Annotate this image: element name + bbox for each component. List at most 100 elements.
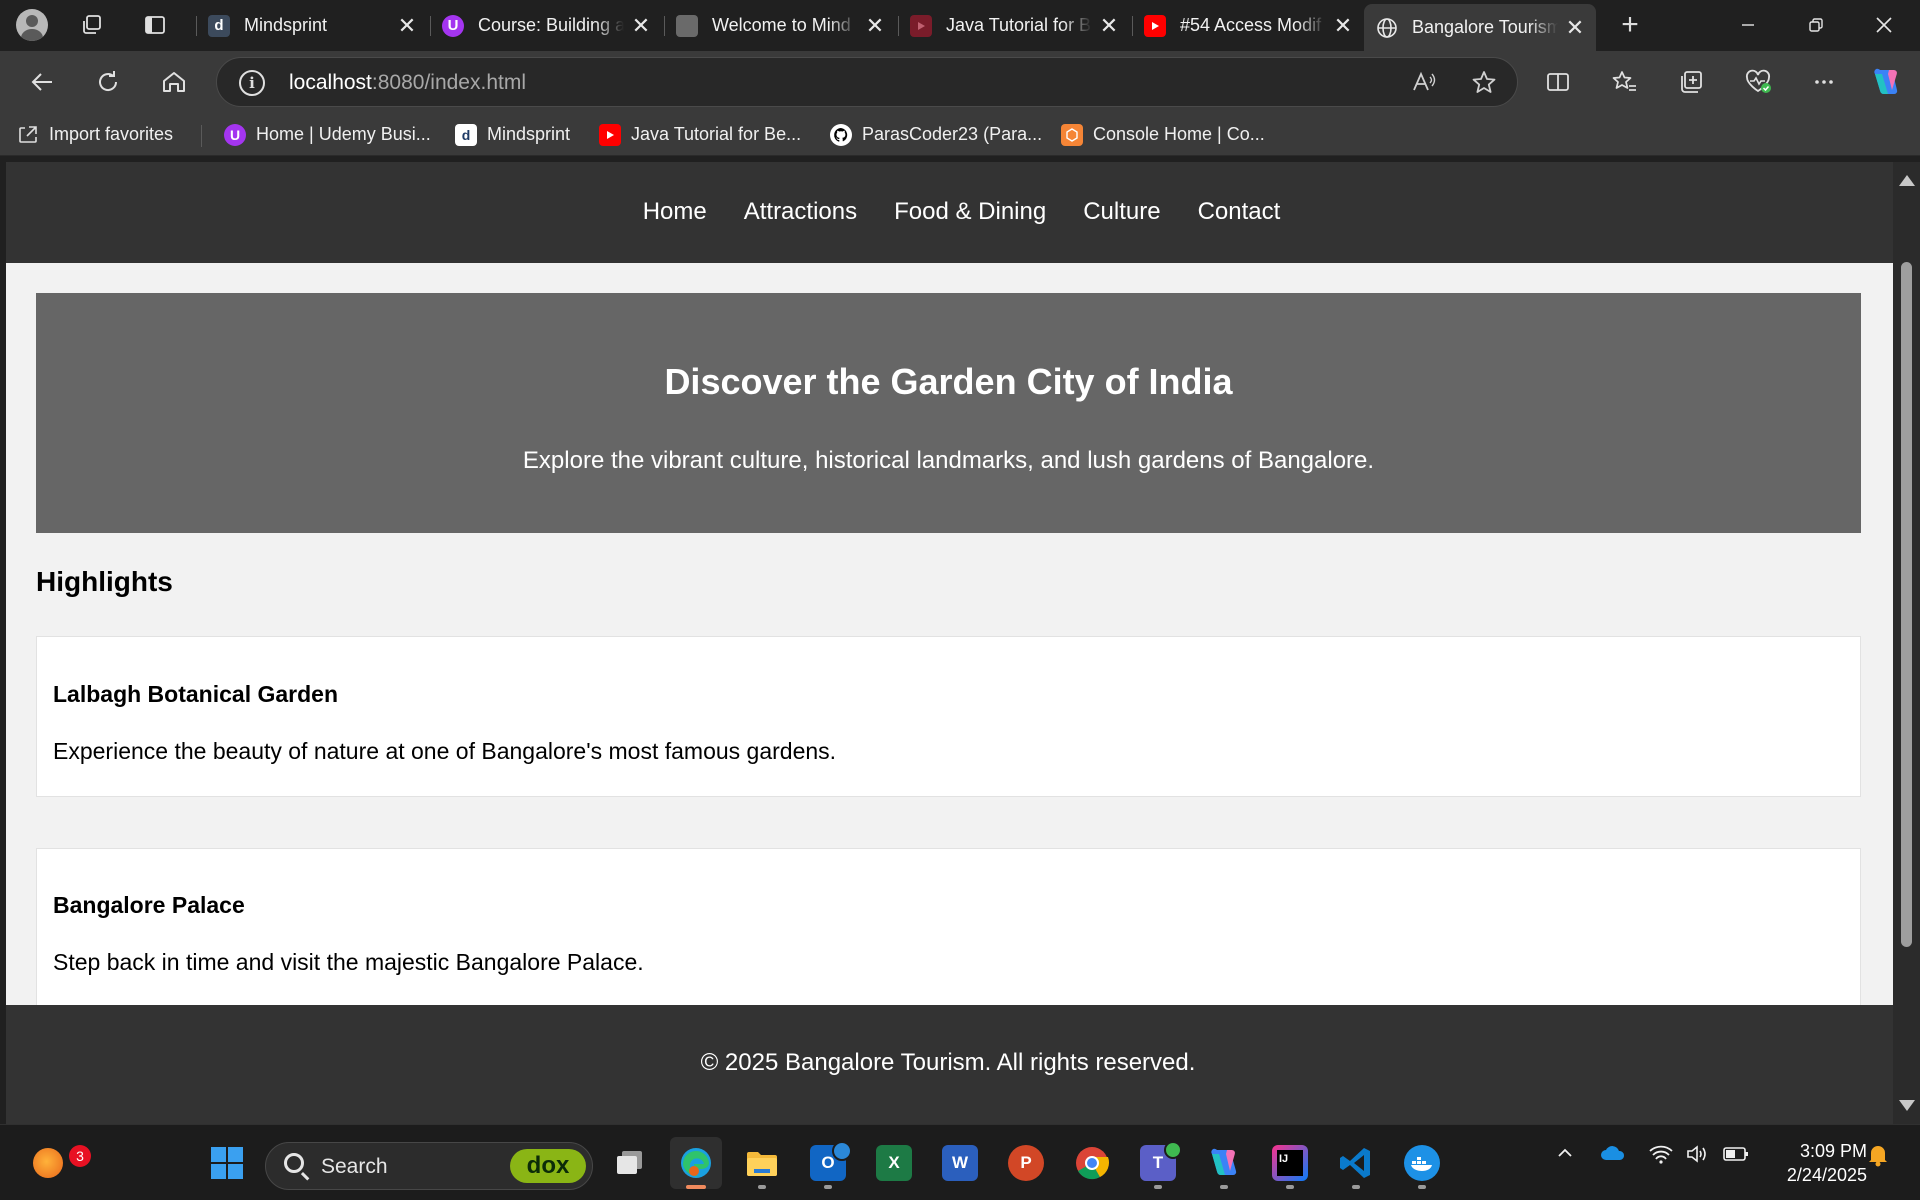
battery-icon[interactable] (1722, 1143, 1750, 1171)
nav-link-contact[interactable]: Contact (1198, 198, 1281, 226)
address-bar[interactable]: i localhost:8080/index.html (216, 57, 1518, 107)
minimize-button[interactable] (1718, 6, 1778, 44)
tab-actions-icon (145, 16, 165, 34)
taskbar-teams[interactable]: T (1132, 1137, 1184, 1189)
start-button[interactable] (201, 1137, 253, 1189)
address-url[interactable]: localhost:8080/index.html (289, 71, 526, 95)
split-screen-button[interactable] (1538, 62, 1578, 102)
back-button[interactable] (22, 62, 62, 102)
collections-button[interactable] (1671, 62, 1711, 102)
task-view-button[interactable] (604, 1137, 656, 1189)
favorite-aws-console[interactable]: Console Home | Co... (1061, 121, 1265, 148)
nav-link-attractions[interactable]: Attractions (744, 198, 857, 226)
taskbar-file-explorer[interactable] (736, 1137, 788, 1189)
read-aloud-icon[interactable] (1411, 69, 1437, 102)
scroll-down-arrow-icon[interactable] (1899, 1100, 1915, 1111)
favorite-udemy[interactable]: U Home | Udemy Busi... (224, 121, 431, 148)
site-header: Home Attractions Food & Dining Culture C… (6, 162, 1893, 263)
close-tab-icon[interactable]: ✕ (630, 13, 652, 39)
home-button[interactable] (154, 62, 194, 102)
close-tab-icon[interactable]: ✕ (1564, 15, 1586, 41)
aws-icon (1061, 123, 1083, 146)
favorite-star-icon[interactable] (1471, 69, 1497, 102)
site-info-icon[interactable]: i (239, 70, 265, 96)
tab-title: Course: Building a (478, 15, 624, 35)
tab-title: #54 Access Modif (1180, 15, 1322, 35)
refresh-icon (99, 71, 118, 91)
favorites-divider (201, 125, 202, 147)
onedrive-icon[interactable] (1600, 1143, 1626, 1169)
vertical-scrollbar[interactable] (1893, 162, 1920, 1124)
profile-button[interactable] (14, 8, 50, 42)
excel-icon: X (876, 1145, 912, 1181)
taskbar-vscode[interactable] (1330, 1137, 1382, 1189)
taskbar-docker[interactable] (1396, 1137, 1448, 1189)
taskbar-copilot[interactable] (1198, 1137, 1250, 1189)
close-tab-icon[interactable]: ✕ (1332, 13, 1354, 39)
browser-essentials-button[interactable] (1738, 62, 1778, 102)
favorite-mindsprint[interactable]: d Mindsprint (455, 121, 570, 148)
close-tab-icon[interactable]: ✕ (396, 13, 418, 39)
taskbar-search[interactable]: Search dox (265, 1142, 593, 1190)
taskbar-excel[interactable]: X (868, 1137, 920, 1189)
restore-button[interactable] (1786, 6, 1846, 44)
show-hidden-icons-chevron-icon[interactable] (1555, 1143, 1575, 1169)
import-icon (17, 124, 39, 146)
mail-badge-icon (832, 1141, 852, 1161)
taskbar-intellij[interactable]: IJ (1264, 1137, 1316, 1189)
favorite-java-tutorial[interactable]: Java Tutorial for Be... (599, 121, 801, 148)
tab-strip: d Mindsprint ✕ U Course: Building a ✕ We… (0, 0, 1920, 51)
nav-link-food-dining[interactable]: Food & Dining (894, 198, 1046, 226)
favorites-button[interactable] (1605, 62, 1645, 102)
taskbar-edge[interactable] (670, 1137, 722, 1189)
clock-time: 3:09 PM (1799, 1141, 1867, 1161)
tab-title: Java Tutorial for B (946, 15, 1092, 35)
taskbar-chrome[interactable] (1066, 1137, 1118, 1189)
import-favorites-link[interactable]: Import favorites (17, 121, 173, 148)
tab-title: Bangalore Tourism (1412, 17, 1558, 37)
close-tab-icon[interactable]: ✕ (1098, 13, 1120, 39)
browser-tab[interactable]: d Mindsprint ✕ (196, 4, 428, 47)
system-clock[interactable]: 3:09 PM 2/24/2025 (1767, 1139, 1867, 1187)
favorite-label: Import favorites (49, 124, 174, 144)
nav-link-home[interactable]: Home (643, 198, 707, 226)
card-text: Step back in time and visit the majestic… (53, 949, 644, 975)
scrollbar-thumb[interactable] (1901, 262, 1912, 947)
task-view-icon (617, 1151, 642, 1174)
search-placeholder: Search (321, 1155, 388, 1178)
browser-tab[interactable]: Welcome to Mind ✕ (664, 4, 896, 47)
url-path: :8080/index.html (371, 71, 526, 94)
udemy-tab-icon: U (442, 14, 464, 37)
tab-actions-button[interactable] (137, 8, 173, 42)
new-tab-button[interactable]: + (1612, 8, 1648, 42)
notification-bell-icon[interactable] (1867, 1143, 1889, 1173)
word-icon: W (942, 1145, 978, 1181)
settings-more-button[interactable] (1804, 62, 1844, 102)
wifi-icon[interactable] (1648, 1143, 1674, 1171)
taskbar-outlook[interactable]: O (802, 1137, 854, 1189)
taskbar-powerpoint[interactable]: P (1000, 1137, 1052, 1189)
hero-title: Discover the Garden City of India (664, 361, 1233, 402)
close-tab-icon[interactable]: ✕ (864, 13, 886, 39)
close-window-button[interactable] (1854, 6, 1914, 44)
copilot-button[interactable] (1866, 62, 1906, 102)
copilot-icon (1874, 68, 1898, 94)
back-arrow-icon (31, 73, 52, 91)
favorite-github[interactable]: ParasCoder23 (Para... (830, 121, 1042, 148)
taskbar-word[interactable]: W (934, 1137, 986, 1189)
volume-icon[interactable] (1685, 1143, 1709, 1171)
clock-date: 2/24/2025 (1786, 1165, 1867, 1185)
nav-link-culture[interactable]: Culture (1083, 198, 1160, 226)
workspaces-button[interactable] (74, 8, 110, 42)
scroll-up-arrow-icon[interactable] (1899, 175, 1915, 186)
powerpoint-icon: P (1008, 1145, 1044, 1181)
widgets-button[interactable]: 3 (22, 1137, 91, 1189)
browser-tab[interactable]: #54 Access Modif ✕ (1132, 4, 1364, 47)
browser-tab[interactable]: U Course: Building a ✕ (430, 4, 662, 47)
browser-tab-active[interactable]: Bangalore Tourism ✕ (1364, 4, 1596, 51)
refresh-button[interactable] (88, 62, 128, 102)
favorites-list-icon (1612, 71, 1636, 91)
favorites-bar: Import favorites U Home | Udemy Busi... … (0, 113, 1920, 156)
youtube-icon (599, 123, 621, 146)
browser-tab[interactable]: Java Tutorial for B ✕ (898, 4, 1130, 47)
